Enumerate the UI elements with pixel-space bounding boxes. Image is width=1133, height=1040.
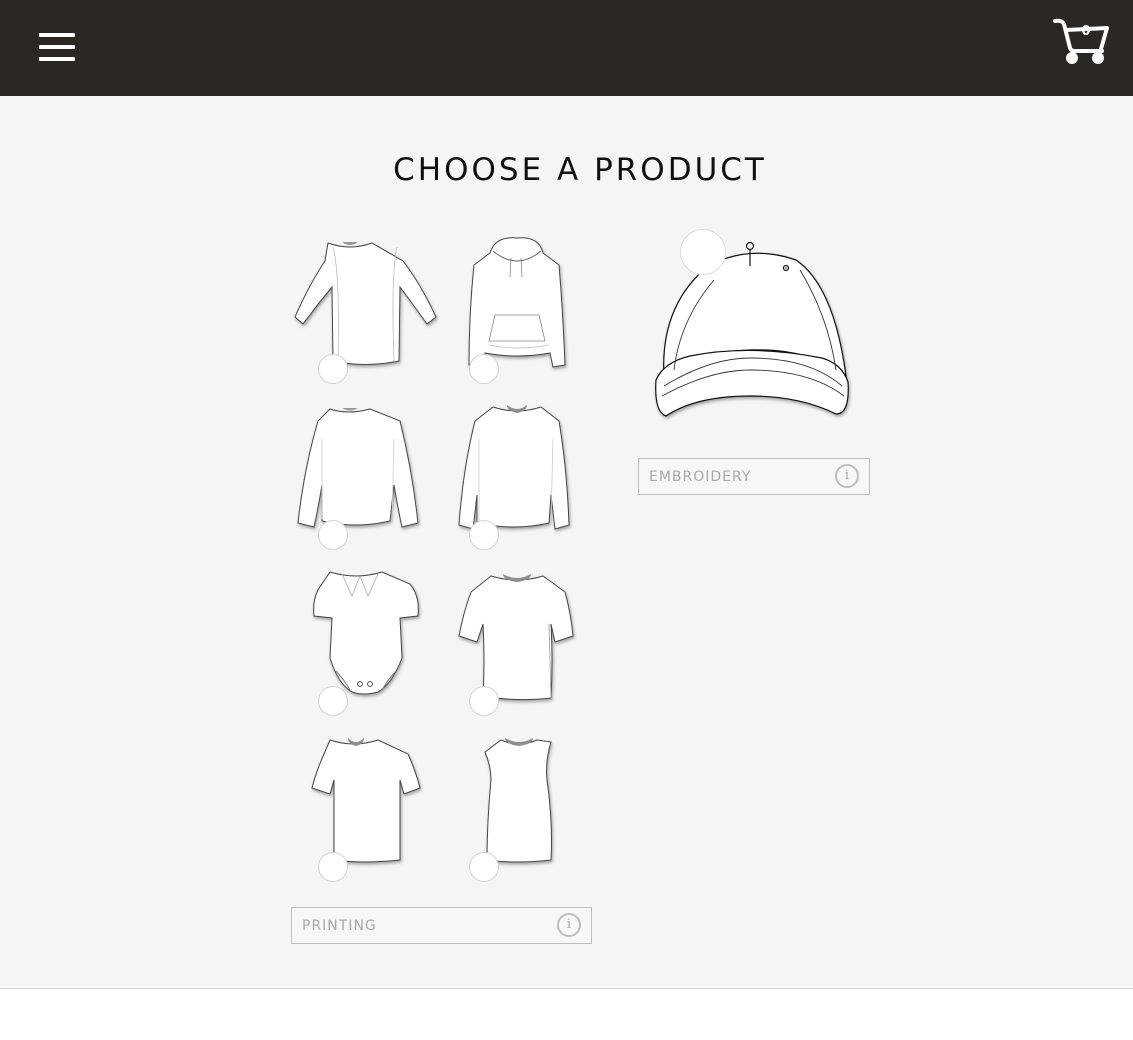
long-sleeve-shirt-select-radio[interactable] <box>318 520 348 550</box>
womens-tee-select-radio[interactable] <box>469 686 499 716</box>
raglan-shirt-icon[interactable] <box>285 233 437 383</box>
cart-count-badge: 0 <box>1081 24 1091 39</box>
top-navigation-bar: 0 <box>0 0 1133 96</box>
info-icon[interactable]: i <box>557 913 581 937</box>
hoodie-select-radio[interactable] <box>469 354 499 384</box>
page-title: CHOOSE A PRODUCT <box>393 152 767 188</box>
info-icon[interactable]: i <box>835 464 859 488</box>
main-content: CHOOSE A PRODUCT PRINTING i EMBROIDERY i <box>0 96 1133 989</box>
footer-area <box>0 989 1133 1040</box>
hamburger-menu-icon[interactable] <box>39 33 75 61</box>
baseball-cap-icon[interactable] <box>650 236 860 426</box>
embroidery-label: EMBROIDERY <box>649 469 752 485</box>
baby-bodysuit-select-radio[interactable] <box>318 686 348 716</box>
t-shirt-select-radio[interactable] <box>318 852 348 882</box>
printing-method-box[interactable]: PRINTING i <box>291 907 592 944</box>
embroidery-method-box[interactable]: EMBROIDERY i <box>638 458 870 495</box>
printing-label: PRINTING <box>302 918 377 934</box>
cap-select-radio[interactable] <box>680 229 726 275</box>
tank-top-select-radio[interactable] <box>469 852 499 882</box>
raglan-shirt-select-radio[interactable] <box>318 354 348 384</box>
sweatshirt-select-radio[interactable] <box>469 520 499 550</box>
